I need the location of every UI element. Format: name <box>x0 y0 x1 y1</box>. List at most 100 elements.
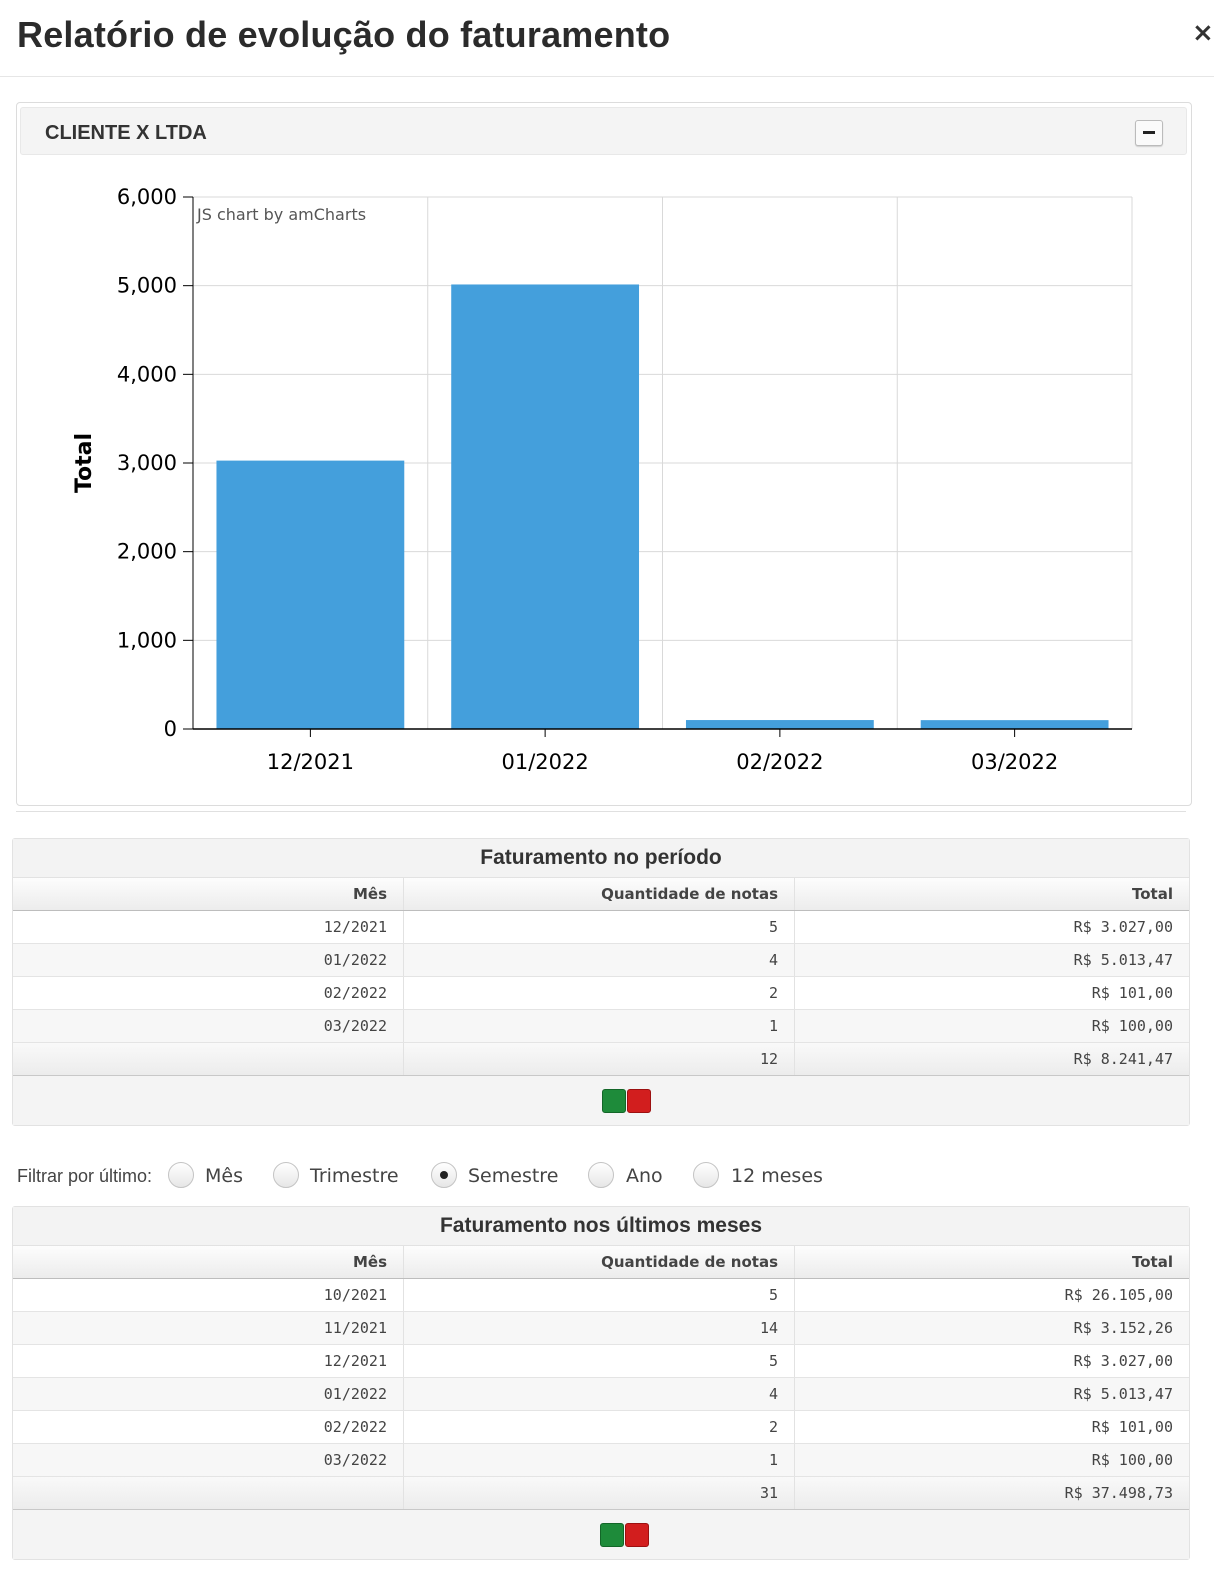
page-title: Relatório de evolução do faturamento <box>17 14 671 55</box>
chart-credit: JS chart by amCharts <box>196 205 366 224</box>
table-row: 01/2022 4 R$ 5.013,47 <box>13 1378 1189 1411</box>
table-cell: R$ 5.013,47 <box>1073 951 1173 969</box>
x-tick-label: 01/2022 <box>502 750 589 774</box>
table-cell: R$ 3.152,26 <box>1073 1319 1173 1337</box>
table-row: 11/2021 14 R$ 3.152,26 <box>13 1312 1189 1345</box>
bar <box>685 720 874 729</box>
table-cell: R$ 3.027,00 <box>1073 1352 1173 1370</box>
table-cell: 01/2022 <box>13 944 404 976</box>
radio-trimestre[interactable] <box>273 1162 299 1188</box>
radio-mês[interactable] <box>168 1162 194 1188</box>
table-cell: 5 <box>404 1345 795 1377</box>
chart-panel: CLIENTE X LTDA 0 1,000 2,000 3,000 4,000 5,00… <box>16 102 1192 806</box>
table-row: 12/2021 5 R$ 3.027,00 <box>13 911 1189 944</box>
table-row: 10/2021 5 R$ 26.105,00 <box>13 1279 1189 1312</box>
x-tick-label: 12/2021 <box>267 750 354 774</box>
table-cell: 14 <box>404 1312 795 1344</box>
x-tick-label: 03/2022 <box>971 750 1058 774</box>
table-caption: Faturamento nos últimos meses <box>13 1207 1189 1246</box>
table-cell: R$ 101,00 <box>1091 1418 1173 1436</box>
table-cell: R$ 26.105,00 <box>1064 1286 1173 1304</box>
table-cell: 2 <box>404 977 795 1009</box>
table-row: 12/2021 5 R$ 3.027,00 <box>13 1345 1189 1378</box>
table-cell <box>13 1477 404 1509</box>
y-tick-label: 2,000 <box>117 540 177 564</box>
table-footer-row: 31 R$ 37.498,73 <box>13 1477 1189 1510</box>
table-cell: 12/2021 <box>13 1345 404 1377</box>
export-bar <box>13 1510 1189 1559</box>
spreadsheet-icon[interactable] <box>602 1089 626 1113</box>
bar <box>216 460 405 729</box>
bar <box>920 720 1109 729</box>
radio-label[interactable]: Ano <box>626 1165 663 1187</box>
table-cell: 1 <box>404 1010 795 1042</box>
table-cell: 01/2022 <box>13 1378 404 1410</box>
y-tick-label: 4,000 <box>117 362 177 386</box>
radio-label[interactable]: Semestre <box>468 1165 558 1187</box>
table-cell: 02/2022 <box>13 977 404 1009</box>
table-cell: 12/2021 <box>13 911 404 943</box>
pdf-icon[interactable] <box>627 1089 651 1113</box>
billing-period-table: Faturamento no período Mês Quantidade de … <box>12 838 1190 1126</box>
radio-12-meses[interactable] <box>693 1162 719 1188</box>
table-cell <box>13 1043 404 1075</box>
radio-label[interactable]: 12 meses <box>731 1165 823 1187</box>
bar-chart: 0 1,000 2,000 3,000 4,000 5,000 6,000 12/2021 01… <box>72 185 1133 774</box>
table-cell: Quantidade de notas <box>404 878 795 910</box>
table-row: 01/2022 4 R$ 5.013,47 <box>13 944 1189 977</box>
table-cell: Quantidade de notas <box>404 1246 795 1278</box>
table-cell: 31 <box>404 1477 795 1509</box>
table-cell: 1 <box>404 1444 795 1476</box>
table-cell: R$ 3.027,00 <box>1073 918 1173 936</box>
table-cell: 4 <box>404 944 795 976</box>
table-row: 02/2022 2 R$ 101,00 <box>13 1411 1189 1444</box>
close-icon[interactable]: × <box>1192 18 1214 48</box>
y-tick-label: 0 <box>164 717 177 741</box>
y-tick-label: 5,000 <box>117 274 177 298</box>
filter-label: Filtrar por último: <box>17 1166 153 1186</box>
table-cell: 12 <box>404 1043 795 1075</box>
table-cell: 02/2022 <box>13 1411 404 1443</box>
recent-months-table: Faturamento nos últimos meses Mês Quantid… <box>12 1206 1190 1560</box>
table-row: 02/2022 2 R$ 101,00 <box>13 977 1189 1010</box>
table-caption: Faturamento no período <box>13 839 1189 878</box>
table-cell: Mês <box>13 1246 404 1278</box>
table-cell: Total <box>1132 885 1173 903</box>
y-axis-title: Total <box>72 433 97 493</box>
table-cell: Total <box>1132 1253 1173 1271</box>
radio-label[interactable]: Mês <box>205 1165 243 1187</box>
bar <box>451 284 640 729</box>
table-cell: R$ 100,00 <box>1091 1451 1173 1469</box>
table-cell: 5 <box>404 1279 795 1311</box>
y-tick-label: 1,000 <box>117 628 177 652</box>
table-cell: Mês <box>13 878 404 910</box>
table-cell: 4 <box>404 1378 795 1410</box>
table-cell: R$ 8.241,47 <box>1073 1050 1173 1068</box>
table-cell: 03/2022 <box>13 1444 404 1476</box>
table-footer-row: 12 R$ 8.241,47 <box>13 1043 1189 1076</box>
table-cell: R$ 37.498,73 <box>1064 1484 1173 1502</box>
table-cell: R$ 101,00 <box>1091 984 1173 1002</box>
spreadsheet-icon[interactable] <box>600 1523 624 1547</box>
dialog-header: Relatório de evolução do faturamento × <box>0 0 1214 77</box>
table-header-row: Mês Quantidade de notas Total <box>13 1246 1189 1279</box>
radio-semestre[interactable] <box>431 1162 457 1188</box>
table-row: 03/2022 1 R$ 100,00 <box>13 1010 1189 1043</box>
table-cell: R$ 5.013,47 <box>1073 1385 1173 1403</box>
radio-label[interactable]: Trimestre <box>310 1165 399 1187</box>
table-header-row: Mês Quantidade de notas Total <box>13 878 1189 911</box>
table-cell: 11/2021 <box>13 1312 404 1344</box>
table-row: 03/2022 1 R$ 100,00 <box>13 1444 1189 1477</box>
divider <box>16 811 1186 812</box>
table-cell: 03/2022 <box>13 1010 404 1042</box>
table-cell: 2 <box>404 1411 795 1443</box>
y-tick-label: 6,000 <box>117 185 177 209</box>
x-tick-label: 02/2022 <box>736 750 823 774</box>
table-cell: R$ 100,00 <box>1091 1017 1173 1035</box>
pdf-icon[interactable] <box>625 1523 649 1547</box>
table-cell: 5 <box>404 911 795 943</box>
radio-ano[interactable] <box>588 1162 614 1188</box>
y-tick-label: 3,000 <box>117 451 177 475</box>
export-bar <box>13 1076 1189 1125</box>
table-cell: 10/2021 <box>13 1279 404 1311</box>
